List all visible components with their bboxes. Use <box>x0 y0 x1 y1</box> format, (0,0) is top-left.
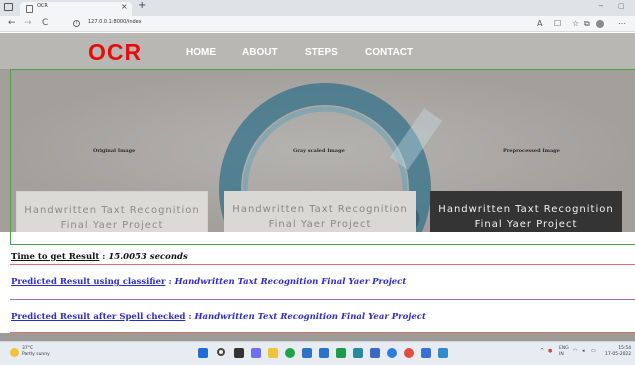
preprocessed-image-label: Preprocessed Image <box>503 148 560 154</box>
nav-steps[interactable]: STEPS <box>305 47 338 58</box>
chrome-icon[interactable] <box>404 348 414 358</box>
file-explorer-icon[interactable] <box>268 348 278 358</box>
site-header: OCR HOME ABOUT STEPS CONTACT <box>0 33 635 69</box>
start-icon[interactable] <box>198 348 208 358</box>
classifier-result-separator: : <box>168 277 172 287</box>
new-tab-icon[interactable]: + <box>138 0 146 11</box>
images-section: OCR Original Image Gray scaled Image Pre… <box>0 69 635 232</box>
clock-date: 17-05-2022 <box>605 352 632 357</box>
spellcheck-result: Predicted Result after Spell checked : H… <box>11 312 426 322</box>
windows-taskbar: 37°C Partly sunny ^ ● ENG IN ◠ ◂ ▭ 15:54… <box>0 341 635 365</box>
time-result-value: 15.0053 seconds <box>108 252 188 262</box>
nav-about[interactable]: ABOUT <box>242 47 278 58</box>
python-icon[interactable] <box>438 348 448 358</box>
battery-icon[interactable]: ▭ <box>591 348 596 354</box>
spellcheck-result-label[interactable]: Predicted Result after Spell checked <box>11 312 185 322</box>
classifier-result-row: Predicted Result using classifier : Hand… <box>0 265 635 299</box>
show-hidden-icons-icon[interactable]: ^ <box>540 348 544 354</box>
app-icon[interactable] <box>387 348 397 358</box>
search-icon[interactable] <box>217 348 225 356</box>
spellcheck-result-separator: : <box>188 312 192 322</box>
classifier-result-value: Handwritten Taxt Recognition Final Yaer … <box>174 277 407 287</box>
preprocessed-image-line-2: Final Yaer Project <box>474 219 578 230</box>
time-result-row: Time to get Result : 15.0053 seconds <box>0 245 635 265</box>
weather-widget[interactable]: 37°C Partly sunny <box>22 346 50 358</box>
edge-browser-icon[interactable] <box>285 348 295 358</box>
original-image-label: Original Image <box>93 148 136 154</box>
grayscale-image-line-1: Handwritten Taxt Recognition <box>232 204 408 215</box>
minimize-icon[interactable]: − <box>598 2 604 10</box>
mail-icon[interactable] <box>319 348 329 358</box>
nav-contact[interactable]: CONTACT <box>365 47 413 58</box>
grayscale-image-line-2: Final Yaer Project <box>268 219 372 230</box>
spellcheck-result-row: Predicted Result after Spell checked : H… <box>0 300 635 333</box>
page-viewport: OCR HOME ABOUT STEPS CONTACT OCR Origina… <box>0 33 635 341</box>
task-view-icon[interactable] <box>234 348 244 358</box>
weather-icon[interactable] <box>10 348 19 357</box>
wifi-icon[interactable]: ◠ <box>573 348 577 354</box>
classifier-result: Predicted Result using classifier : Hand… <box>11 277 406 287</box>
address-bar[interactable]: 127.0.0.1:8000/index <box>88 19 142 25</box>
grayscale-image-label: Gray scaled Image <box>293 148 345 154</box>
tab-close-icon[interactable]: × <box>121 2 128 11</box>
app-icon[interactable] <box>370 348 380 358</box>
system-clock[interactable]: 15:54 17-05-2022 <box>605 346 631 358</box>
frame-top-line <box>10 69 635 70</box>
frame-left-line <box>10 69 11 245</box>
forward-icon[interactable]: → <box>24 18 32 28</box>
app-icon[interactable] <box>353 348 363 358</box>
browser-tab[interactable]: OCR × <box>20 2 132 16</box>
original-image-line-2: Final Yaer Project <box>60 220 164 231</box>
favorites-icon[interactable]: ☆ <box>572 19 579 28</box>
tab-title: OCR <box>37 3 48 9</box>
preprocessed-image-line-1: Handwritten Taxt Recognition <box>438 204 614 215</box>
page-favicon-icon <box>26 5 33 13</box>
tray-app-icon[interactable]: ● <box>548 348 552 354</box>
site-info-icon[interactable]: i <box>73 20 80 27</box>
original-image-line-1: Handwritten Taxt Recognition <box>24 205 200 216</box>
vscode-icon[interactable] <box>421 348 431 358</box>
classifier-result-label[interactable]: Predicted Result using classifier <box>11 277 165 287</box>
store-icon[interactable] <box>302 348 312 358</box>
language-region: IN <box>559 352 564 357</box>
footer-background-strip <box>0 333 635 341</box>
chat-icon[interactable] <box>251 348 261 358</box>
site-logo[interactable]: OCR <box>88 39 142 66</box>
spellcheck-result-value: Handwritten Text Recognition Final Year … <box>194 312 426 322</box>
maximize-icon[interactable]: ▢ <box>618 2 625 10</box>
time-result: Time to get Result : 15.0053 seconds <box>11 252 188 262</box>
preprocessed-image: Handwritten Taxt Recognition Final Yaer … <box>430 191 622 232</box>
browser-toolbar: ← → C i 127.0.0.1:8000/index A ☐ ☆ ⧉ ⋯ <box>0 16 635 32</box>
original-image: Handwritten Taxt Recognition Final Yaer … <box>16 191 208 232</box>
back-icon[interactable]: ← <box>8 18 16 28</box>
tab-actions-icon[interactable] <box>4 3 13 11</box>
time-result-label: Time to get Result <box>11 252 100 262</box>
more-menu-icon[interactable]: ⋯ <box>618 19 626 28</box>
app-icon[interactable] <box>336 348 346 358</box>
reading-view-icon[interactable]: ☐ <box>554 19 561 28</box>
reload-icon[interactable]: C <box>42 18 48 28</box>
nav-home[interactable]: HOME <box>186 47 216 58</box>
read-aloud-icon[interactable]: A <box>537 19 542 28</box>
grayscale-image: Handwritten Taxt Recognition Final Yaer … <box>224 191 416 232</box>
volume-icon[interactable]: ◂ <box>582 348 585 354</box>
time-result-separator: : <box>102 252 106 262</box>
language-indicator[interactable]: ENG IN <box>559 346 569 358</box>
profile-icon[interactable] <box>596 20 604 28</box>
browser-tab-bar: OCR × + − ▢ <box>0 0 635 16</box>
collections-icon[interactable]: ⧉ <box>584 19 590 29</box>
weather-desc: Partly sunny <box>22 352 50 357</box>
